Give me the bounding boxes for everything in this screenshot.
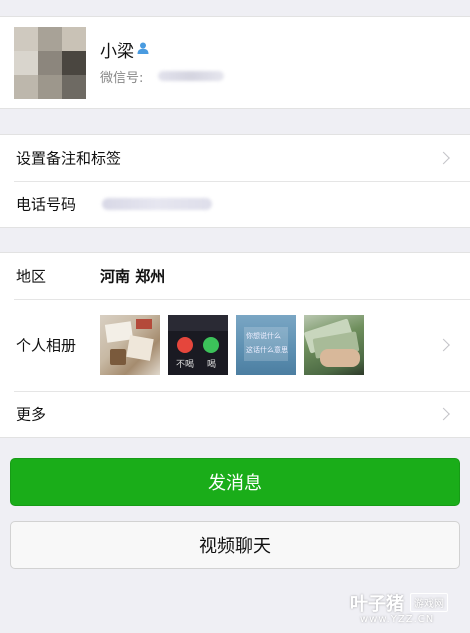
watermark-tag: 游戏网 (410, 593, 448, 612)
region-label: 地区 (16, 267, 47, 286)
personal-album-row[interactable]: 个人相册 不喝 喝 你想说什么 这话什么意思 (0, 299, 470, 391)
album-photo-3[interactable]: 你想说什么 这话什么意思 (236, 315, 296, 375)
photo2-accept-text: 喝 (207, 360, 217, 370)
send-message-button[interactable]: 发消息 (10, 458, 460, 506)
avatar[interactable] (14, 27, 86, 99)
chevron-right-icon (437, 151, 450, 165)
watermark-brand: 叶子猪 (350, 594, 404, 615)
remark-and-tags-row[interactable]: 设置备注和标签 (0, 135, 470, 181)
contact-info-group: 设置备注和标签 电话号码 (0, 134, 470, 228)
remark-label: 设置备注和标签 (16, 149, 122, 168)
album-label: 个人相册 (16, 336, 77, 355)
photo3-text-1: 你想说什么 (246, 332, 281, 340)
album-photo-1[interactable] (100, 315, 160, 375)
phone-row[interactable]: 电话号码 (0, 181, 470, 227)
more-row[interactable]: 更多 (0, 391, 470, 437)
album-photo-2[interactable]: 不喝 喝 (168, 315, 228, 375)
chevron-right-icon (437, 338, 450, 352)
details-group: 地区 河南 郑州 个人相册 不喝 喝 你想说什么 这话什么意思 更多 (0, 252, 470, 438)
album-photo-4[interactable] (304, 315, 364, 375)
photo3-text-2: 这话什么意思 (246, 346, 288, 354)
wechat-id-label: 微信号: (100, 71, 144, 86)
person-icon (137, 42, 149, 54)
site-watermark: 叶子猪 游戏网 www.YZZ.CN (350, 590, 462, 628)
profile-card[interactable]: 小梁 微信号: (0, 16, 470, 109)
chevron-right-icon (437, 407, 450, 421)
region-value: 河南 郑州 (100, 267, 166, 286)
more-label: 更多 (16, 405, 47, 424)
phone-number-redacted (102, 198, 212, 210)
phone-label: 电话号码 (16, 195, 77, 214)
watermark-url: www.YZZ.CN (360, 614, 435, 625)
photo2-decline-text: 不喝 (176, 360, 195, 370)
contact-name: 小梁 (100, 42, 134, 62)
region-row: 地区 河南 郑州 (0, 253, 470, 299)
video-chat-button[interactable]: 视频聊天 (10, 521, 460, 569)
wechat-id-value-redacted (158, 71, 224, 81)
